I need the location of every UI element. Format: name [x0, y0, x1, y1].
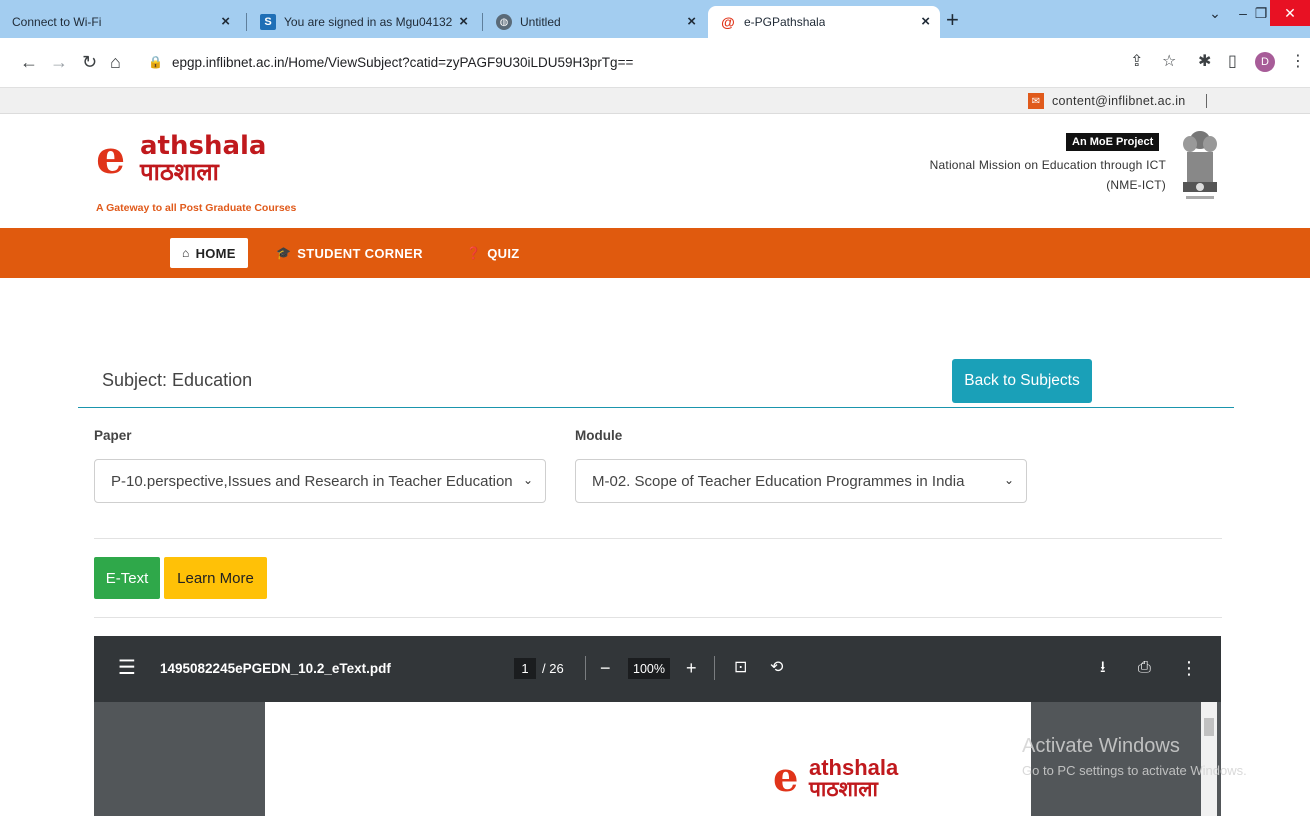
tab-title: You are signed in as Mgu04132 — [284, 15, 453, 29]
question-circle-icon: ❓ — [466, 246, 482, 260]
pdf-scrollbar[interactable] — [1201, 702, 1217, 816]
paper-select-value: P-10.perspective,Issues and Research in … — [111, 472, 513, 490]
divider — [714, 656, 715, 680]
nav-home-label: HOME — [195, 245, 236, 261]
restore-button[interactable]: ❐ — [1250, 0, 1272, 26]
address-bar[interactable]: 🔒 epgp.inflibnet.ac.in/Home/ViewSubject?… — [148, 46, 1198, 78]
lock-icon: 🔒 — [148, 55, 163, 69]
site-logo[interactable]: e athshala पाठशाला A Gateway to all Post… — [96, 124, 336, 216]
paper-label: Paper — [94, 428, 132, 443]
logo-text-en: athshala — [140, 131, 267, 161]
reload-icon[interactable]: ↻ — [82, 51, 97, 73]
back-arrow-icon[interactable]: ← — [20, 51, 38, 73]
tab-separator — [482, 13, 483, 31]
page-logo-text-en: athshala — [809, 755, 899, 780]
divider — [585, 656, 586, 680]
nav-student-corner-label: STUDENT CORNER — [297, 245, 423, 261]
epg-favicon-icon: @ — [721, 14, 735, 30]
logo-e-mark-icon: e — [773, 754, 799, 801]
zoom-in-icon[interactable]: + — [686, 657, 697, 679]
globe-favicon-icon: ◍ — [496, 14, 512, 30]
mission-line-2: (NME-ICT) — [1106, 178, 1166, 192]
logo-e-mark-icon: e — [96, 130, 126, 184]
side-panel-icon[interactable]: ▯ — [1228, 53, 1237, 71]
envelope-icon: ✉ — [1028, 93, 1044, 109]
tab-close-icon[interactable]: × — [221, 13, 230, 30]
page-total: / 26 — [542, 661, 564, 676]
tab-search-chevron-icon[interactable]: ⌄ — [1200, 0, 1230, 26]
print-icon[interactable]: ⎙ — [1138, 657, 1151, 679]
nav-student-corner[interactable]: 🎓 STUDENT CORNER — [276, 238, 423, 268]
divider — [94, 617, 1222, 618]
kebab-menu-icon[interactable]: ⋮ — [1290, 53, 1306, 71]
logo-text-hi: पाठशाला — [140, 158, 219, 186]
forward-arrow-icon[interactable]: → — [50, 51, 68, 73]
contact-strip: ✉ content@inflibnet.ac.in — [0, 88, 1310, 114]
more-actions-icon[interactable]: ⋮ — [1180, 657, 1198, 679]
download-icon[interactable]: ⭳ — [1100, 657, 1106, 679]
back-to-subjects-button[interactable]: Back to Subjects — [952, 359, 1092, 403]
national-emblem-icon — [1183, 131, 1217, 199]
mission-line-1: National Mission on Education through IC… — [929, 158, 1166, 172]
profile-avatar[interactable]: D — [1255, 52, 1275, 72]
share-icon[interactable]: ⇪ — [1130, 53, 1143, 71]
graduation-cap-icon: 🎓 — [276, 246, 292, 260]
tab-close-icon[interactable]: × — [459, 13, 468, 30]
hamburger-menu-icon[interactable]: ☰ — [118, 658, 136, 678]
pdf-filename: 1495082245ePGEDN_10.2_eText.pdf — [160, 661, 391, 676]
fit-page-icon[interactable]: ⊡ — [734, 657, 747, 679]
zoom-out-icon[interactable]: − — [600, 657, 611, 679]
nav-home[interactable]: ⌂ HOME — [170, 238, 248, 268]
home-icon: ⌂ — [182, 246, 190, 260]
module-select[interactable]: M-02. Scope of Teacher Education Program… — [575, 459, 1027, 503]
scrollbar-thumb[interactable] — [1204, 718, 1214, 736]
browser-toolbar: ← → ↻ ⌂ 🔒 epgp.inflibnet.ac.in/Home/View… — [0, 38, 1310, 88]
tab-connect-wifi[interactable]: Connect to Wi-Fi × — [0, 6, 240, 38]
nav-quiz-label: QUIZ — [487, 245, 520, 261]
paper-select[interactable]: P-10.perspective,Issues and Research in … — [94, 459, 546, 503]
activate-windows-watermark: Activate Windows — [1022, 735, 1180, 757]
rotate-icon[interactable]: ⟲ — [770, 657, 783, 679]
browser-tabstrip: Connect to Wi-Fi × S You are signed in a… — [0, 0, 1310, 38]
tab-title: Connect to Wi-Fi — [12, 15, 102, 29]
bookmark-star-icon[interactable]: ☆ — [1162, 53, 1176, 71]
learn-more-button[interactable]: Learn More — [164, 557, 267, 599]
e-text-button[interactable]: E-Text — [94, 557, 160, 599]
new-tab-button[interactable]: + — [946, 9, 959, 31]
tab-separator — [246, 13, 247, 31]
section-divider — [78, 407, 1234, 408]
tab-close-icon[interactable]: × — [921, 13, 930, 30]
tab-title: e-PGPathshala — [744, 15, 826, 29]
tab-untitled[interactable]: ◍ Untitled × — [484, 6, 706, 38]
tab-title: Untitled — [520, 15, 561, 29]
module-label: Module — [575, 428, 623, 443]
contact-email[interactable]: content@inflibnet.ac.in — [1052, 94, 1186, 108]
site-tagline: A Gateway to all Post Graduate Courses — [96, 202, 297, 214]
activate-windows-subtext: Go to PC settings to activate Windows. — [1022, 763, 1247, 778]
home-browser-icon[interactable]: ⌂ — [110, 51, 121, 73]
extensions-puzzle-icon[interactable]: ✱ — [1198, 53, 1211, 71]
divider — [1206, 94, 1207, 108]
main-navbar: ⌂ HOME 🎓 STUDENT CORNER ❓ QUIZ — [0, 228, 1310, 278]
zoom-input[interactable]: 100% — [628, 658, 670, 679]
nav-quiz[interactable]: ❓ QUIZ — [466, 238, 520, 268]
module-select-value: M-02. Scope of Teacher Education Program… — [592, 472, 965, 490]
divider — [94, 538, 1222, 539]
subject-title: Subject: Education — [102, 370, 253, 390]
page-number-input[interactable]: 1 — [514, 658, 536, 679]
pdf-toolbar: ☰ 1495082245ePGEDN_10.2_eText.pdf 1 / 26… — [94, 636, 1221, 702]
page-logo: e athshala पाठशाला — [773, 754, 953, 814]
s-favicon-icon: S — [260, 14, 276, 30]
tab-epgpathshala[interactable]: @ e-PGPathshala × — [708, 6, 940, 38]
chevron-down-icon: ⌄ — [522, 473, 533, 487]
pdf-page: e athshala पाठशाला — [265, 702, 1031, 816]
pdf-viewer[interactable]: ☰ 1495082245ePGEDN_10.2_eText.pdf 1 / 26… — [94, 636, 1221, 816]
chevron-down-icon: ⌄ — [1003, 473, 1014, 487]
url-text: epgp.inflibnet.ac.in/Home/ViewSubject?ca… — [171, 54, 634, 70]
close-window-button[interactable]: ✕ — [1270, 0, 1310, 26]
moe-project-badge: An MoE Project — [1066, 133, 1160, 151]
tab-signed-in[interactable]: S You are signed in as Mgu04132 × — [248, 6, 478, 38]
page-logo-text-hi: पाठशाला — [809, 778, 878, 801]
tab-close-icon[interactable]: × — [687, 13, 696, 30]
